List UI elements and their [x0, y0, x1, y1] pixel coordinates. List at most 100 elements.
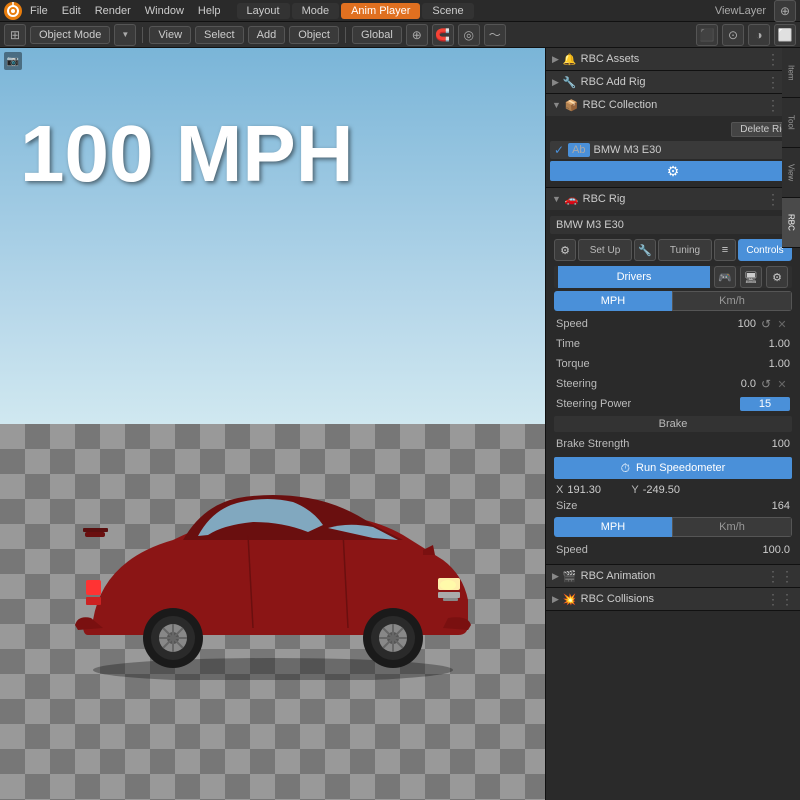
- speed-reset-icon[interactable]: ↺: [758, 316, 774, 332]
- rig-car-name: BMW M3 E30: [550, 216, 796, 234]
- setup-icon-tab[interactable]: ⚙: [554, 239, 576, 261]
- rbc-assets-header[interactable]: ▶ 🔔 RBC Assets ⋮⋮: [546, 48, 800, 70]
- tuning-tab[interactable]: Tuning: [658, 239, 712, 261]
- speed-label: Speed: [556, 318, 706, 330]
- dropdown-arrow-icon[interactable]: ▼: [114, 24, 136, 46]
- car-svg: [53, 460, 493, 680]
- rbc-collisions-icon: 💥: [563, 593, 577, 606]
- transform-btn[interactable]: Global: [352, 26, 402, 44]
- brake-strength-row: Brake Strength 100: [550, 434, 796, 454]
- tuning-icon-tab[interactable]: 🔧: [634, 239, 656, 261]
- rbc-collisions-options[interactable]: ⋮⋮: [766, 591, 794, 608]
- size-row: Size 164: [550, 498, 796, 514]
- snap-icon[interactable]: 🧲: [432, 24, 454, 46]
- speed-x-icon[interactable]: ✕: [774, 316, 790, 332]
- overlay-icon[interactable]: ⊙: [722, 24, 744, 46]
- object-btn[interactable]: Object: [289, 26, 339, 44]
- speedo-speed-label: Speed: [556, 544, 740, 556]
- y-value: -249.50: [643, 484, 703, 496]
- rbc-collisions-header[interactable]: ▶ 💥 RBC Collisions ⋮⋮: [546, 588, 800, 610]
- mph-btn[interactable]: MPH: [554, 291, 672, 311]
- brake-strength-label: Brake Strength: [556, 438, 740, 450]
- rbc-rig-icon: 🚗: [565, 193, 579, 206]
- rbc-rig-header[interactable]: ▼ 🚗 RBC Rig ⋮⋮: [546, 188, 800, 210]
- transform-icon[interactable]: ⊕: [406, 24, 428, 46]
- view-btn[interactable]: View: [149, 26, 191, 44]
- run-speedometer-btn[interactable]: ⏱ Run Speedometer: [554, 457, 792, 479]
- rbc-animation-title: RBC Animation: [581, 570, 762, 582]
- speedo-speed-row: Speed 100.0: [550, 540, 796, 560]
- rbc-collisions-title: RBC Collisions: [581, 593, 762, 605]
- proportional-icon[interactable]: ◎: [458, 24, 480, 46]
- drivers-icon2[interactable]: 🖥: [740, 266, 762, 288]
- collection-car-item[interactable]: ✓ Ab BMW M3 E30: [550, 141, 796, 159]
- tab-anim-player[interactable]: Anim Player: [341, 3, 420, 19]
- tab-scene[interactable]: Scene: [422, 3, 473, 19]
- speedo-kmh-btn[interactable]: Km/h: [672, 517, 792, 537]
- rbc-rig-chevron: ▼: [552, 194, 561, 204]
- speedo-unit-toggle: MPH Km/h: [554, 517, 792, 537]
- collection-gear-btn[interactable]: ⚙: [550, 161, 796, 181]
- speedo-mph-btn[interactable]: MPH: [554, 517, 672, 537]
- setup-tab[interactable]: Set Up: [578, 239, 632, 261]
- menu-render[interactable]: Render: [89, 3, 137, 19]
- gear-icon: ⚙: [667, 163, 680, 180]
- side-tab-tool[interactable]: Tool: [782, 98, 800, 148]
- steering-label: Steering: [556, 378, 706, 390]
- rbc-collection-header[interactable]: ▼ 📦 RBC Collection ⋮⋮: [546, 94, 800, 116]
- steering-power-row: Steering Power 15: [550, 394, 796, 414]
- rbc-animation-header[interactable]: ▶ 🎬 RBC Animation ⋮⋮: [546, 565, 800, 587]
- size-value: 164: [772, 500, 790, 512]
- kmh-btn[interactable]: Km/h: [672, 291, 792, 311]
- rbc-add-rig-chevron: ▶: [552, 77, 559, 88]
- select-btn[interactable]: Select: [195, 26, 244, 44]
- tab-layout[interactable]: Layout: [237, 3, 290, 19]
- rbc-animation-section: ▶ 🎬 RBC Animation ⋮⋮: [546, 565, 800, 588]
- speedo-label: Run Speedometer: [636, 462, 725, 474]
- rbc-add-rig-header[interactable]: ▶ 🔧 RBC Add Rig ⋮⋮: [546, 71, 800, 93]
- viewport[interactable]: 100 MPH: [0, 48, 545, 800]
- tab-mode[interactable]: Mode: [292, 3, 340, 19]
- y-label: Y: [631, 484, 638, 496]
- rbc-assets-title: RBC Assets: [581, 53, 762, 65]
- rbc-rig-title: RBC Rig: [583, 193, 762, 205]
- speed-value: 100: [706, 318, 756, 330]
- toolbar-grid-icon[interactable]: ⊞: [4, 24, 26, 46]
- rbc-animation-options[interactable]: ⋮⋮: [766, 568, 794, 585]
- steering-reset-icon[interactable]: ↺: [758, 376, 774, 392]
- shade-icon[interactable]: ⬛: [696, 24, 718, 46]
- controls-icon-tab[interactable]: ≡: [714, 239, 736, 261]
- viewlayer-icon-btn[interactable]: ⊕: [774, 0, 796, 22]
- drivers-btn[interactable]: Drivers: [558, 266, 710, 288]
- viewport-camera-icon[interactable]: 📷: [4, 52, 22, 70]
- speed-display: 100 MPH: [20, 108, 353, 200]
- menu-window[interactable]: Window: [139, 3, 190, 19]
- drivers-icon1[interactable]: 🎮: [714, 266, 736, 288]
- speedo-speed-value: 100.0: [740, 544, 790, 556]
- steering-power-value[interactable]: 15: [740, 397, 790, 411]
- speedo-icon: ⏱: [621, 461, 630, 476]
- steering-row: Steering 0.0 ↺ ✕: [550, 374, 796, 394]
- side-tab-rbc[interactable]: RBC: [782, 198, 800, 248]
- check-icon: ✓: [554, 143, 564, 157]
- rbc-add-rig-icon: 🔧: [563, 76, 577, 89]
- menu-file[interactable]: File: [24, 3, 54, 19]
- toolbar-sep-2: [345, 27, 346, 43]
- shading-icon[interactable]: ◑: [748, 24, 770, 46]
- unit-toggle: MPH Km/h: [554, 291, 792, 311]
- add-btn[interactable]: Add: [248, 26, 286, 44]
- menu-help[interactable]: Help: [192, 3, 227, 19]
- object-mode-btn[interactable]: Object Mode: [30, 26, 110, 44]
- viewport-shading-icon[interactable]: ⬜: [774, 24, 796, 46]
- menu-edit[interactable]: Edit: [56, 3, 87, 19]
- side-tab-view[interactable]: View: [782, 148, 800, 198]
- drivers-icon3[interactable]: ⚙: [766, 266, 788, 288]
- side-tab-item[interactable]: Item: [782, 48, 800, 98]
- rbc-collection-title: RBC Collection: [583, 99, 762, 111]
- steering-x-icon[interactable]: ✕: [774, 376, 790, 392]
- size-label: Size: [556, 500, 772, 512]
- steering-power-label: Steering Power: [556, 398, 740, 410]
- wave-icon[interactable]: 〜: [484, 24, 506, 46]
- rbc-collection-section: ▼ 📦 RBC Collection ⋮⋮ Delete Rig ✓ Ab BM…: [546, 94, 800, 188]
- rbc-add-rig-title: RBC Add Rig: [581, 76, 762, 88]
